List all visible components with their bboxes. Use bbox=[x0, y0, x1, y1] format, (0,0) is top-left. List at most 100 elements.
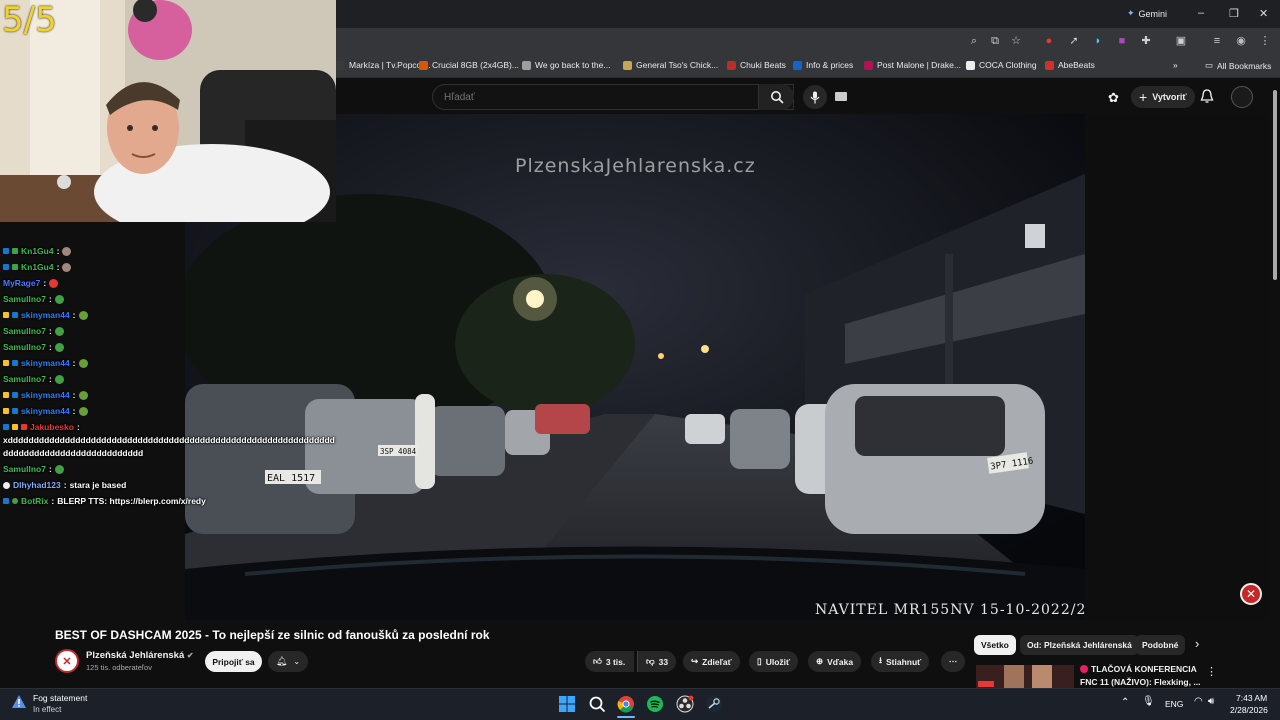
recommended-title[interactable]: TLAČOVÁ KONFERENCIA bbox=[1080, 664, 1197, 674]
taskbar-search-icon[interactable] bbox=[588, 695, 606, 713]
chat-username: BotRix bbox=[21, 496, 49, 506]
bookmark-item[interactable]: AbeBeats bbox=[1045, 60, 1095, 70]
clock-time[interactable]: 7:43 AM bbox=[1236, 693, 1267, 703]
bookmark-item[interactable]: We go back to the... bbox=[522, 60, 610, 70]
keyboard-icon[interactable] bbox=[835, 92, 847, 101]
bookmark-item[interactable]: Markíza | Tv.Popcor... bbox=[336, 60, 431, 70]
chat-message: BotRix: BLERP TTS: https://blerp.com/x/re… bbox=[3, 496, 206, 506]
extensions-puzzle-icon[interactable]: ✚ bbox=[1140, 35, 1152, 47]
bookmark-item[interactable]: Info & prices bbox=[793, 60, 853, 70]
channel-name[interactable]: Plzeňská Jehlárenská ✔ bbox=[86, 650, 194, 661]
bookmarks-overflow-icon[interactable]: » bbox=[1173, 60, 1178, 70]
tray-overflow-icon[interactable]: ⌃ bbox=[1121, 697, 1129, 708]
extension-icon[interactable]: ■ bbox=[1116, 35, 1128, 47]
channel-avatar[interactable]: ✕ bbox=[55, 649, 79, 673]
install-app-icon[interactable]: ⧉ bbox=[989, 35, 1001, 47]
share-icon: ↪ bbox=[691, 656, 699, 666]
dashcam-timestamp: NAVITEL MR155NV 15-10-2022/22-44-49 bbox=[815, 602, 1085, 618]
live-dot-icon bbox=[1080, 665, 1088, 673]
menu-icon[interactable]: ⋮ bbox=[1259, 35, 1271, 47]
maximize-icon[interactable]: ❐ bbox=[1229, 7, 1239, 20]
extension-icon[interactable]: ● bbox=[1043, 35, 1055, 47]
thanks-button[interactable]: ⊕ Vďaka bbox=[808, 651, 862, 672]
chrome-icon[interactable] bbox=[617, 695, 635, 713]
download-button[interactable]: ⭳ Stiahnuť bbox=[871, 651, 930, 672]
like-button[interactable]: 👍︎ 3 tis. bbox=[585, 651, 635, 672]
chip-all[interactable]: Všetko bbox=[974, 635, 1016, 655]
chat-username: skinyman44 bbox=[21, 406, 70, 416]
chat-message: ddddddddddddddddddddddddddd bbox=[3, 448, 143, 458]
badge-icon bbox=[3, 248, 9, 254]
chevron-down-icon: ⌄ bbox=[293, 657, 301, 666]
more-actions-button[interactable]: ⋯ bbox=[941, 651, 965, 672]
profile-avatar[interactable]: ◉ bbox=[1235, 35, 1247, 47]
save-button[interactable]: ▯ Uložiť bbox=[749, 651, 799, 672]
bookmark-label: AbeBeats bbox=[1058, 60, 1095, 70]
chip-from-channel[interactable]: Od: Plzeňská Jehlárenská bbox=[1020, 635, 1139, 655]
voice-search-button[interactable] bbox=[803, 85, 827, 109]
badge-icon bbox=[3, 264, 9, 270]
steam-icon[interactable] bbox=[705, 695, 723, 713]
emote-icon bbox=[78, 390, 88, 400]
chat-username: Samullno7 bbox=[3, 326, 46, 336]
chat-username: Kn1Gu4 bbox=[21, 262, 54, 272]
gear-icon[interactable]: ✿ bbox=[1108, 90, 1119, 106]
obs-icon[interactable] bbox=[676, 695, 694, 713]
chat-message: Kn1Gu4: bbox=[3, 262, 72, 272]
bookmark-star-icon[interactable]: ☆ bbox=[1010, 35, 1022, 47]
join-button[interactable]: Pripojiť sa bbox=[205, 651, 262, 672]
reading-list-icon[interactable]: ≡ bbox=[1211, 35, 1223, 47]
chat-username: Samullno7 bbox=[3, 342, 46, 352]
windows-start-icon[interactable] bbox=[558, 695, 576, 713]
close-window-icon[interactable]: ✕ bbox=[1259, 7, 1268, 20]
create-button[interactable]: + Vytvoriť bbox=[1131, 86, 1195, 108]
extension-icon[interactable]: ➚ bbox=[1068, 35, 1080, 47]
page-scrollbar[interactable] bbox=[1270, 90, 1278, 280]
minimize-icon[interactable]: – bbox=[1198, 7, 1204, 19]
bookmark-item[interactable]: Post Malone | Drake... bbox=[864, 60, 961, 70]
gemini-button[interactable]: ✦ Gemini bbox=[1127, 8, 1167, 19]
extension-icon[interactable]: ◗ bbox=[1092, 35, 1104, 47]
volume-icon[interactable]: 🔊︎ bbox=[1208, 696, 1214, 707]
recommended-line1: TLAČOVÁ KONFERENCIA bbox=[1091, 664, 1197, 674]
bookmark-item[interactable]: Crucial 8GB (2x4GB)... bbox=[419, 60, 519, 70]
recommended-subtitle: FNC 11 (NAŽIVO): Flexking, ... bbox=[1080, 677, 1201, 687]
verified-icon: ✔ bbox=[186, 651, 194, 660]
bookmark-favicon bbox=[727, 60, 736, 70]
chat-text: xddddddddddddddddddddddddddddddddddddddd… bbox=[3, 435, 335, 445]
badge-icon bbox=[3, 424, 9, 430]
bookmark-item[interactable]: General Tso's Chick... bbox=[623, 60, 718, 70]
more-vertical-icon[interactable]: ⋮ bbox=[1206, 665, 1217, 678]
clock-date[interactable]: 2/28/2026 bbox=[1230, 705, 1268, 715]
bookmark-item[interactable]: COCA Clothing bbox=[966, 60, 1037, 70]
all-bookmarks-button[interactable]: ▭ All Bookmarks bbox=[1205, 60, 1271, 71]
bookmark-item[interactable]: Chuki Beats bbox=[727, 60, 786, 70]
share-button[interactable]: ↪ Zdieľať bbox=[683, 651, 740, 672]
notifications-bell-icon[interactable] bbox=[1200, 89, 1214, 104]
close-overlay-button[interactable]: ✕ bbox=[1240, 583, 1262, 605]
dislike-button[interactable]: 👎︎ 33 bbox=[637, 651, 677, 672]
wifi-icon[interactable]: ◠ bbox=[1194, 696, 1203, 707]
weather-warning-icon[interactable] bbox=[11, 694, 27, 710]
bookmark-label: We go back to the... bbox=[535, 60, 611, 70]
chip-related[interactable]: Podobné bbox=[1135, 635, 1186, 655]
subscription-bell-button[interactable]: 🔔︎ ⌄ bbox=[268, 651, 308, 672]
bell-icon: 🔔︎ bbox=[275, 656, 288, 666]
chevron-right-icon[interactable]: › bbox=[1195, 636, 1199, 651]
language-indicator[interactable]: ENG bbox=[1165, 699, 1183, 709]
spotify-icon[interactable] bbox=[646, 695, 664, 713]
recommended-thumbnail[interactable] bbox=[976, 665, 1074, 688]
folder-icon: ▭ bbox=[1205, 60, 1214, 70]
chat-username: Samullno7 bbox=[3, 374, 46, 384]
microphone-tray-icon[interactable]: 🎙︎ bbox=[1142, 696, 1155, 707]
player-side-area bbox=[1085, 114, 1268, 620]
sidepanel-icon[interactable]: ▣ bbox=[1175, 35, 1187, 47]
weather-title[interactable]: Fog statement bbox=[33, 693, 87, 703]
search-button[interactable] bbox=[758, 84, 794, 110]
search-input[interactable] bbox=[433, 85, 723, 109]
account-avatar[interactable] bbox=[1231, 86, 1253, 108]
badge-icon bbox=[21, 424, 27, 430]
chat-message: Kn1Gu4: bbox=[3, 246, 72, 256]
emote-icon bbox=[54, 374, 64, 384]
zoom-icon[interactable]: ⌕ bbox=[968, 35, 980, 47]
